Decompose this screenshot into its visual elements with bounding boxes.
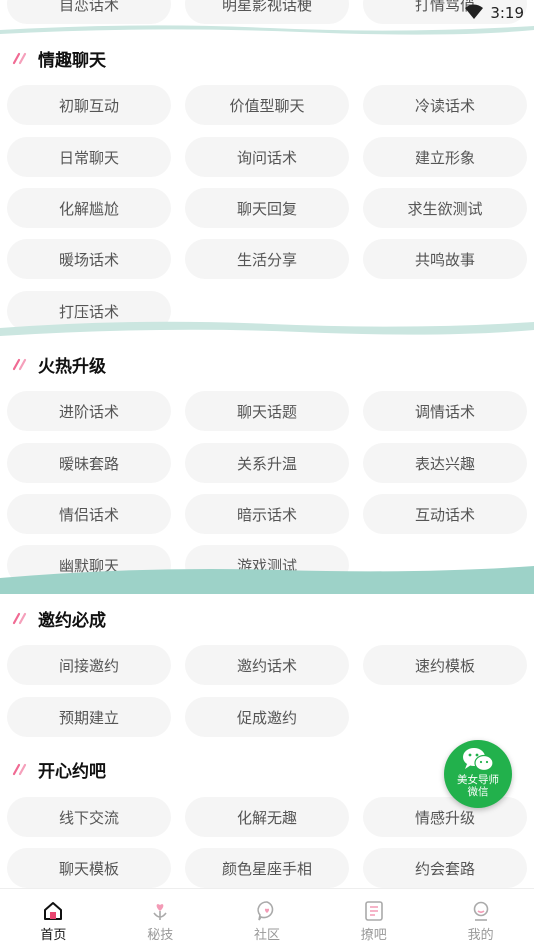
tag-pill[interactable]: 暗示话术 — [185, 494, 349, 534]
tag-pill[interactable]: 邀约话术 — [185, 645, 349, 685]
tag-pill[interactable]: 聊天回复 — [185, 188, 349, 228]
tag-pill[interactable]: 约会套路 — [363, 848, 527, 888]
home-icon — [44, 902, 63, 920]
tag-pill[interactable]: 询问话术 — [185, 137, 349, 177]
fab-label: 美女导师 — [457, 774, 499, 786]
tab-community[interactable]: 社区 — [214, 889, 321, 949]
tab-mine[interactable]: 我的 — [427, 889, 534, 949]
tag-pill[interactable]: 自恋话术 — [7, 0, 171, 24]
tag-pill[interactable]: 线下交流 — [7, 797, 171, 837]
section-header: 邀约必成 — [12, 606, 106, 631]
section-title: 开心约吧 — [38, 761, 106, 782]
tag-pill[interactable]: 速约模板 — [363, 645, 527, 685]
top-partial-row: 自恋话术 明星影视话梗 打情骂俏 — [0, 0, 534, 24]
fab-label: 微信 — [467, 786, 489, 798]
tag-pill[interactable]: 价值型聊天 — [185, 85, 349, 125]
tag-pill[interactable]: 颜色星座手相 — [185, 848, 349, 888]
tag-pill[interactable]: 生活分享 — [185, 239, 349, 279]
section-header: 情趣聊天 — [12, 46, 106, 71]
tab-miji[interactable]: 秘技 — [107, 889, 214, 949]
tag-pill[interactable]: 化解无趣 — [185, 797, 349, 837]
section-header: 开心约吧 — [12, 757, 106, 782]
tag-pill[interactable]: 暖场话术 — [7, 239, 171, 279]
tag-pill[interactable]: 初聊互动 — [7, 85, 171, 125]
section-header: 火热升级 — [12, 352, 106, 377]
tag-pill[interactable]: 冷读话术 — [363, 85, 527, 125]
tag-pill[interactable]: 日常聊天 — [7, 137, 171, 177]
status-time: 3:19 — [490, 4, 524, 22]
tag-pill[interactable]: 情侣话术 — [7, 494, 171, 534]
tag-pill[interactable]: 共鸣故事 — [363, 239, 527, 279]
tag-pill[interactable]: 明星影视话梗 — [185, 0, 349, 24]
tag-pill[interactable]: 预期建立 — [7, 697, 171, 737]
tab-home[interactable]: 首页 — [0, 889, 107, 949]
section-title: 情趣聊天 — [38, 50, 106, 71]
slash-mark-icon — [12, 612, 27, 625]
tag-pill[interactable]: 聊天话题 — [185, 391, 349, 431]
tab-label: 秘技 — [147, 928, 174, 943]
tag-pill[interactable]: 暧昧套路 — [7, 443, 171, 483]
chat-heart-icon — [257, 901, 274, 921]
tag-pill[interactable]: 促成邀约 — [185, 697, 349, 737]
tab-label: 我的 — [467, 928, 494, 943]
wechat-icon — [463, 748, 494, 772]
heart-plant-icon — [153, 904, 167, 920]
section-title: 火热升级 — [38, 356, 106, 377]
tag-pill[interactable]: 调情话术 — [363, 391, 527, 431]
tag-pill[interactable]: 互动话术 — [363, 494, 527, 534]
slash-mark-icon — [12, 358, 27, 371]
tab-label: 撩吧 — [360, 928, 387, 943]
tag-pill[interactable]: 关系升温 — [185, 443, 349, 483]
tag-pill[interactable]: 建立形象 — [363, 137, 527, 177]
bottom-tab-bar: 首页 秘技 社区 撩吧 我的 — [0, 888, 534, 949]
slash-mark-icon — [12, 52, 27, 65]
tag-pill[interactable]: 间接邀约 — [7, 645, 171, 685]
tag-pill[interactable]: 打压话术 — [7, 291, 171, 331]
tag-pill[interactable]: 表达兴趣 — [363, 443, 527, 483]
tab-label: 社区 — [253, 928, 280, 943]
slash-mark-icon — [12, 763, 27, 776]
wifi-icon — [465, 4, 483, 19]
tab-label: 首页 — [40, 928, 67, 943]
tag-pill[interactable]: 幽默聊天 — [7, 545, 171, 585]
tag-pill[interactable]: 进阶话术 — [7, 391, 171, 431]
section-title: 邀约必成 — [38, 610, 106, 631]
tag-pill[interactable]: 游戏测试 — [185, 545, 349, 585]
tab-liaoba[interactable]: 撩吧 — [320, 889, 427, 949]
list-icon — [364, 901, 383, 921]
tag-pill[interactable]: 情感升级 — [363, 797, 527, 837]
tag-pill[interactable]: 化解尴尬 — [7, 188, 171, 228]
wechat-mentor-button[interactable]: 美女导师 微信 — [444, 740, 512, 808]
tag-pill[interactable]: 聊天模板 — [7, 848, 171, 888]
tag-pill[interactable]: 求生欲测试 — [363, 188, 527, 228]
person-icon — [473, 901, 488, 921]
